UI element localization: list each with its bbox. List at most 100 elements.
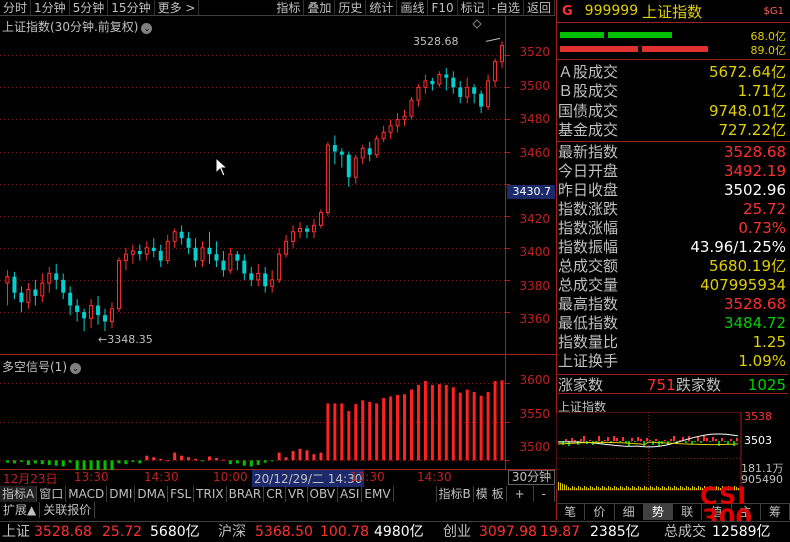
back-button[interactable]: 返回 <box>524 0 555 15</box>
tab-brar[interactable]: BRAR <box>227 486 265 502</box>
tab-cr[interactable]: CR <box>264 486 286 502</box>
tab-1min[interactable]: 1分钟 <box>31 0 70 15</box>
mini-volume-bar <box>656 486 657 490</box>
indicator-bar <box>486 391 490 461</box>
date-label: 12月23日 <box>3 472 58 486</box>
draw-line-button[interactable]: 画线 <box>397 0 429 15</box>
candle-body <box>465 86 470 98</box>
candle-body <box>291 231 296 242</box>
candle-body <box>82 311 87 319</box>
ticker-item: 创业 <box>443 524 471 540</box>
mini-bar <box>604 440 606 441</box>
f10-button[interactable]: F10 <box>428 0 458 15</box>
remove-watchlist-button[interactable]: -自选 <box>489 0 524 15</box>
candle-body <box>89 305 94 319</box>
stat-value: 9748.01亿 <box>708 102 786 120</box>
tabs-spacer <box>394 486 436 502</box>
mini-volume-bar <box>570 488 571 490</box>
mini-bar <box>631 438 633 441</box>
mini-bar <box>613 436 615 441</box>
quote-tab[interactable]: 价 <box>585 504 615 520</box>
y-tick: 3460 <box>519 146 550 160</box>
tab-emv[interactable]: EMV <box>362 486 394 502</box>
quote-tab[interactable]: 联 <box>673 504 703 520</box>
mini-volume-bar <box>678 488 679 490</box>
price-chart-title: 上证指数(30分钟.前复权) ⌄ <box>2 18 153 35</box>
indicator-bar <box>110 460 114 470</box>
mini-volume-bar <box>640 487 641 490</box>
indicator-bar <box>298 448 302 461</box>
mini-volume-bar <box>620 486 621 490</box>
quote-tab[interactable]: 细 <box>615 504 644 520</box>
indicator-bar <box>458 392 462 461</box>
index-code: 999999 <box>584 3 639 19</box>
mini-volume-bar <box>648 488 649 490</box>
tab-dma[interactable]: DMA <box>135 486 169 502</box>
statistics-button[interactable]: 统计 <box>366 0 398 15</box>
remove-window-button[interactable]: - <box>534 486 555 502</box>
mouse-cursor-icon <box>215 157 229 177</box>
candle-body <box>179 231 184 239</box>
index-ticker[interactable]: 上证 3528.68 25.72 5680亿 沪深 5368.50 100.78 4980亿 创… <box>0 521 790 542</box>
advance-label: 涨家数 <box>558 376 604 394</box>
tab-macd[interactable]: MACD <box>66 486 108 502</box>
candle-body <box>416 86 421 101</box>
candle-body <box>144 247 149 255</box>
stat-value: 1.09% <box>738 352 786 370</box>
tab-template[interactable]: 模 板 <box>474 486 507 502</box>
expand-button[interactable]: 扩展▲ <box>0 502 41 518</box>
mini-volume-bar <box>674 486 675 490</box>
decline-count: 1025 <box>747 376 786 394</box>
candle-body <box>339 151 344 155</box>
candle-body <box>96 305 101 316</box>
indicator-bar <box>47 460 51 465</box>
indicator-button[interactable]: 指标 <box>273 0 305 15</box>
stat-value: 407995934 <box>700 276 786 294</box>
indicator-bar <box>68 460 72 463</box>
mini-volume-bar <box>692 486 693 490</box>
mini-volume-bar <box>628 487 629 490</box>
mini-volume-bar <box>582 488 583 490</box>
tab-5min[interactable]: 5分钟 <box>70 0 109 15</box>
tab-15min[interactable]: 15分钟 <box>108 0 155 15</box>
mark-button[interactable]: 标记 <box>458 0 489 15</box>
mini-bar <box>736 438 738 441</box>
history-button[interactable]: 历史 <box>335 0 367 15</box>
candle-body <box>479 93 484 107</box>
mini-volume-bar <box>572 486 573 490</box>
mini-volume-bar <box>684 488 685 490</box>
tab-indicator-b[interactable]: 指标B <box>435 486 474 502</box>
y-tick: 3480 <box>519 112 550 126</box>
stat-value: 43.96/1.25% <box>690 238 786 256</box>
chevron-down-icon[interactable]: ⌄ <box>70 363 81 374</box>
more-periods-button[interactable]: 更多 > <box>155 0 200 15</box>
tab-dmi[interactable]: DMI <box>107 486 136 502</box>
tab-trix[interactable]: TRIX <box>194 486 227 502</box>
quote-tab[interactable]: 势 <box>643 504 673 520</box>
chevron-down-icon[interactable]: ⌄ <box>141 23 153 34</box>
tab-obv[interactable]: OBV <box>308 486 339 502</box>
tab-asi[interactable]: ASI <box>338 486 363 502</box>
mini-volume-bar <box>604 487 605 490</box>
add-window-button[interactable]: + <box>507 486 534 502</box>
kline-chart[interactable] <box>0 16 556 470</box>
mini-bar <box>634 441 636 442</box>
related-quotes-tab[interactable]: 关联报价 <box>40 502 96 518</box>
bar-segment <box>560 32 604 38</box>
y-tick: 3380 <box>519 279 550 293</box>
tab-vr[interactable]: VR <box>286 486 308 502</box>
tab-indicator-a[interactable]: 指标A <box>0 486 38 502</box>
cursor-date-label: 20/12/29/二 14:30 <box>252 470 365 487</box>
quote-tab[interactable]: 笔 <box>556 504 586 520</box>
tab-intraday[interactable]: 分时 <box>0 0 32 15</box>
y-tick: 3520 <box>519 45 550 59</box>
quote-stat-row: 指数涨幅 0.73% <box>558 219 788 238</box>
ticker-item: 25.72 <box>102 524 143 540</box>
mini-y-label: 3538 <box>744 410 772 423</box>
period-selector[interactable]: 30分钟 <box>508 470 555 485</box>
tab-window[interactable]: 窗口 <box>37 486 67 502</box>
tab-fsl[interactable]: FSL <box>168 486 195 502</box>
mini-volume-bar <box>612 488 613 490</box>
indicator-title-text: 多空信号(1) <box>2 360 67 374</box>
overlay-button[interactable]: 叠加 <box>304 0 336 15</box>
